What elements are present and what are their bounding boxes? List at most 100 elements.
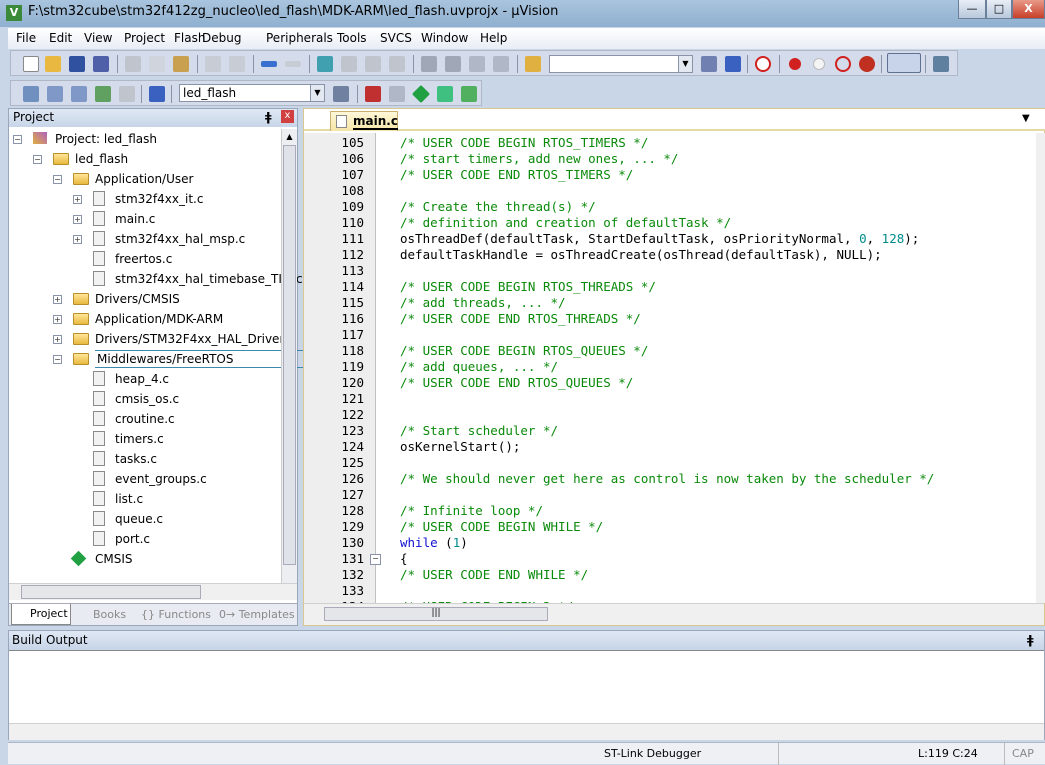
close-button[interactable]: X xyxy=(1012,0,1045,19)
expand-icon[interactable]: + xyxy=(73,195,82,204)
breakpoint-icon[interactable] xyxy=(789,58,801,70)
tree-item[interactable]: + main.c xyxy=(9,209,279,229)
tab-books[interactable]: Books xyxy=(77,608,126,621)
chevron-down-icon[interactable]: ▼ xyxy=(678,56,692,72)
save-icon[interactable] xyxy=(69,56,85,72)
save-all-icon[interactable] xyxy=(93,56,109,72)
tab-templates[interactable]: 0→ Templates xyxy=(219,608,295,621)
tree-item[interactable]: queue.c xyxy=(9,509,279,529)
manage-project-items-icon[interactable] xyxy=(365,86,381,102)
menu-edit[interactable]: Edit xyxy=(49,31,72,45)
configure-wrench-icon[interactable] xyxy=(933,56,949,72)
tree-item[interactable]: + Drivers/STM32F4xx_HAL_Driver xyxy=(9,329,284,349)
comment-icon[interactable] xyxy=(469,56,485,72)
tree-item[interactable]: freertos.c xyxy=(9,249,279,269)
target-select[interactable]: led_flash ▼ xyxy=(179,84,325,102)
tab-main-c[interactable]: main.c xyxy=(330,111,398,131)
tree-item[interactable]: heap_4.c xyxy=(9,369,279,389)
fold-icon[interactable]: − xyxy=(370,554,381,565)
collapse-icon[interactable]: − xyxy=(13,135,22,144)
tree-item[interactable]: − Project: led_flash xyxy=(9,129,279,149)
collapse-icon[interactable]: − xyxy=(53,355,62,364)
tree-item[interactable]: croutine.c xyxy=(9,409,279,429)
tree-item[interactable]: CMSIS xyxy=(9,549,279,569)
tree-horizontal-scrollbar[interactable] xyxy=(9,583,297,600)
expand-icon[interactable]: + xyxy=(53,315,62,324)
next-bookmark-icon[interactable] xyxy=(365,56,381,72)
translate-icon[interactable] xyxy=(23,86,39,102)
menu-window[interactable]: Window xyxy=(421,31,468,45)
tree-item[interactable]: event_groups.c xyxy=(9,469,279,489)
scroll-up-icon[interactable]: ▲ xyxy=(282,129,297,145)
editor-horizontal-scrollbar[interactable]: ||| xyxy=(304,603,1044,625)
expand-icon[interactable]: + xyxy=(53,295,62,304)
scrollbar-thumb[interactable] xyxy=(21,585,201,599)
menu-debug[interactable]: Debug xyxy=(202,31,241,45)
prev-bookmark-icon[interactable] xyxy=(341,56,357,72)
rebuild-icon[interactable] xyxy=(71,86,87,102)
expand-icon[interactable]: + xyxy=(73,235,82,244)
paste-icon[interactable] xyxy=(173,56,189,72)
menu-help[interactable]: Help xyxy=(480,31,507,45)
bookmark-icon[interactable] xyxy=(317,56,333,72)
tree-item[interactable]: + stm32f4xx_it.c xyxy=(9,189,279,209)
batch-build-icon[interactable] xyxy=(95,86,111,102)
search-combo[interactable]: ▼ xyxy=(549,55,693,73)
tree-item[interactable]: − Middlewares/FreeRTOS xyxy=(9,349,304,369)
menu-svcs[interactable]: SVCS xyxy=(380,31,412,45)
build-output-horizontal-scrollbar[interactable] xyxy=(9,723,1044,740)
minimize-button[interactable]: — xyxy=(958,0,986,19)
tree-vertical-scrollbar[interactable]: ▲ xyxy=(281,129,297,591)
new-file-icon[interactable] xyxy=(23,56,39,72)
code-area[interactable]: /* USER CODE BEGIN RTOS_TIMERS *//* star… xyxy=(304,133,1034,603)
collapse-icon[interactable]: − xyxy=(33,155,42,164)
tree-item[interactable]: cmsis_os.c xyxy=(9,389,279,409)
multi-project-icon[interactable] xyxy=(389,86,405,102)
build-output-text[interactable] xyxy=(9,651,1044,721)
uncomment-icon[interactable] xyxy=(493,56,509,72)
menu-file[interactable]: File xyxy=(16,31,36,45)
chevron-down-icon[interactable]: ▼ xyxy=(310,85,324,101)
select-software-packs-icon[interactable] xyxy=(437,86,453,102)
incremental-find-icon[interactable] xyxy=(725,56,741,72)
tree-item[interactable]: tasks.c xyxy=(9,449,279,469)
menu-view[interactable]: View xyxy=(84,31,112,45)
load-download-icon[interactable] xyxy=(149,86,165,102)
maximize-button[interactable]: □ xyxy=(986,0,1012,19)
tree-item[interactable]: stm32f4xx_hal_timebase_TIM.c xyxy=(9,269,303,289)
menu-flash[interactable]: Flash xyxy=(174,31,205,45)
kill-all-breakpoints-icon[interactable] xyxy=(859,56,875,72)
close-panel-icon[interactable]: x xyxy=(281,110,294,123)
undo-icon[interactable] xyxy=(205,56,221,72)
find-icon[interactable] xyxy=(701,56,717,72)
tree-item[interactable]: timers.c xyxy=(9,429,279,449)
tree-item[interactable]: − led_flash xyxy=(9,149,279,169)
navigate-back-icon[interactable] xyxy=(261,61,277,67)
tree-item[interactable]: − Application/User xyxy=(9,169,279,189)
pin-icon[interactable]: ǂ xyxy=(1027,633,1034,647)
tree-item[interactable]: list.c xyxy=(9,489,279,509)
disable-all-breakpoints-icon[interactable] xyxy=(835,56,851,72)
unindent-icon[interactable] xyxy=(445,56,461,72)
manage-run-time-environment-icon[interactable] xyxy=(411,84,431,104)
find-in-files-icon[interactable] xyxy=(525,56,541,72)
target-options-icon[interactable] xyxy=(333,86,349,102)
menu-project[interactable]: Project xyxy=(124,31,165,45)
scrollbar-thumb[interactable]: ||| xyxy=(324,607,548,621)
open-folder-icon[interactable] xyxy=(45,56,61,72)
cut-icon[interactable] xyxy=(125,56,141,72)
disable-breakpoint-icon[interactable] xyxy=(813,58,825,70)
scrollbar-thumb[interactable] xyxy=(283,145,296,565)
debug-session-icon[interactable] xyxy=(755,56,771,72)
tree-item[interactable]: + stm32f4xx_hal_msp.c xyxy=(9,229,279,249)
pack-installer-icon[interactable] xyxy=(461,86,477,102)
tree-item[interactable]: + Drivers/CMSIS xyxy=(9,289,279,309)
navigate-forward-icon[interactable] xyxy=(285,61,301,67)
menu-peripherals[interactable]: Peripherals xyxy=(266,31,333,45)
copy-icon[interactable] xyxy=(149,56,165,72)
expand-icon[interactable]: + xyxy=(73,215,82,224)
stop-build-icon[interactable] xyxy=(119,86,135,102)
tab-list-dropdown-icon[interactable]: ▼ xyxy=(1022,113,1030,124)
indent-icon[interactable] xyxy=(421,56,437,72)
editor-vertical-scrollbar[interactable] xyxy=(1036,133,1045,603)
